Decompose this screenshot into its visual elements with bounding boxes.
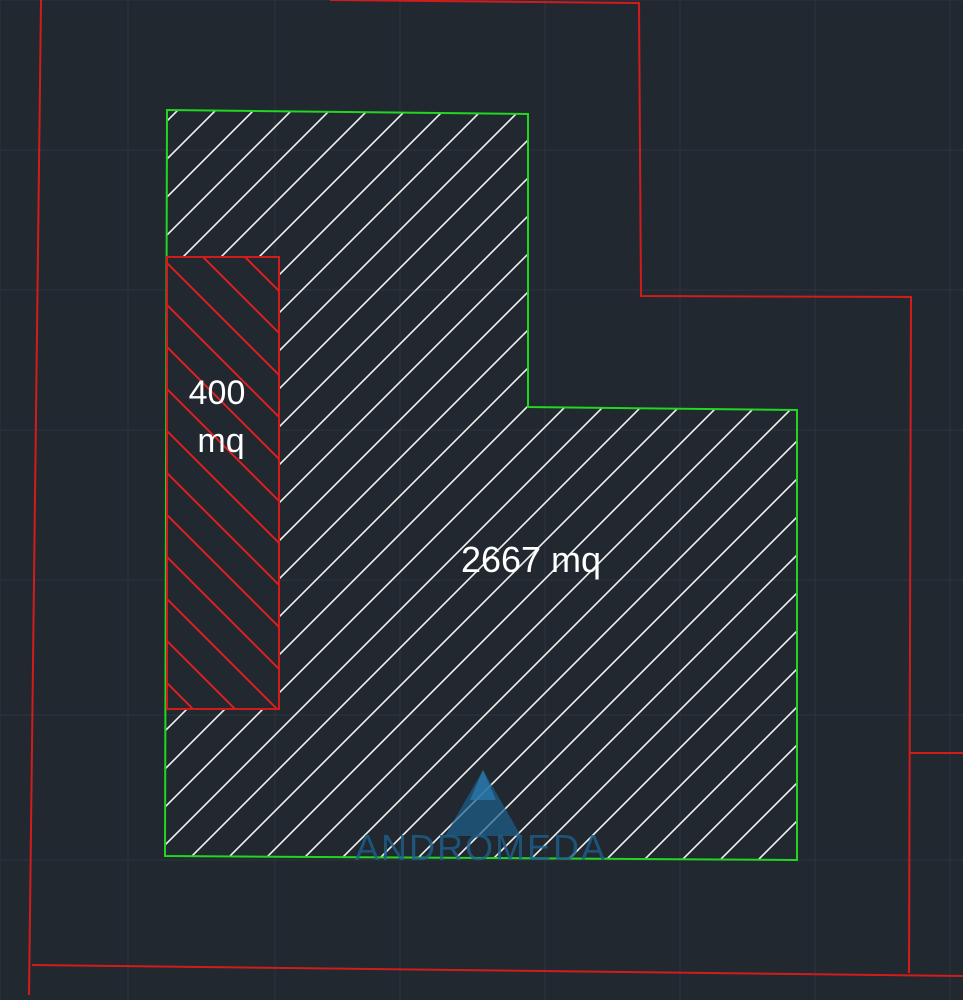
main-area-label: 2667 mq [461, 539, 601, 580]
watermark-text: ANDROMEDA [355, 827, 607, 868]
cad-drawing-canvas: 400 mq 2667 mq ANDROMEDA [0, 0, 963, 1000]
small-area-unit-label: mq [197, 422, 244, 460]
small-area-value-label: 400 [189, 374, 246, 412]
